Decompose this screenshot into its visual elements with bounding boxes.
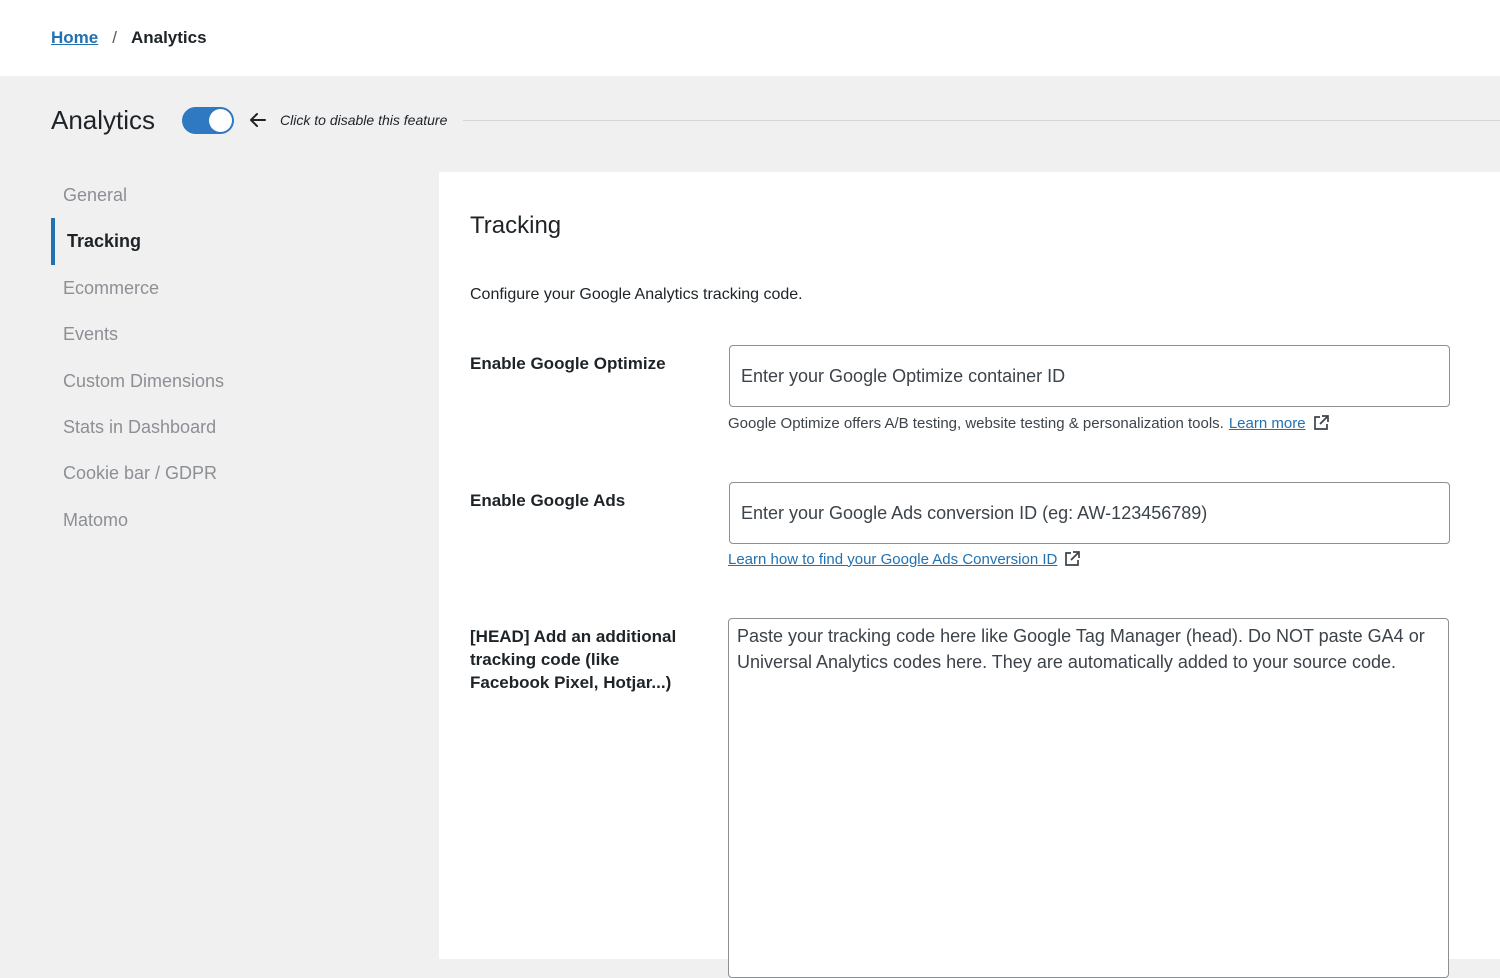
- breadcrumb-home-link[interactable]: Home: [51, 28, 98, 48]
- sidebar-item-tracking[interactable]: Tracking: [51, 218, 411, 265]
- page-header: Analytics Click to disable this feature: [51, 100, 1500, 140]
- head-tracking-code-textarea[interactable]: [728, 618, 1449, 978]
- breadcrumb-separator: /: [112, 28, 117, 47]
- tracking-panel: Tracking Configure your Google Analytics…: [439, 172, 1500, 978]
- sidebar-item-stats-in-dashboard[interactable]: Stats in Dashboard: [51, 404, 411, 450]
- sidebar-item-general[interactable]: General: [51, 172, 411, 218]
- external-link-icon[interactable]: [1312, 414, 1330, 432]
- optimize-help: Google Optimize offers A/B testing, webs…: [728, 414, 1330, 432]
- ads-help: Learn how to find your Google Ads Conver…: [728, 550, 1081, 568]
- section-description: Configure your Google Analytics tracking…: [470, 286, 803, 303]
- sidebar-item-ecommerce[interactable]: Ecommerce: [51, 265, 411, 311]
- header-divider: [463, 119, 1500, 121]
- optimize-label: Enable Google Optimize: [470, 354, 666, 373]
- external-link-icon[interactable]: [1063, 550, 1081, 568]
- arrow-left-icon: [250, 113, 267, 127]
- sidebar-item-matomo[interactable]: Matomo: [51, 497, 411, 543]
- page-title: Analytics: [51, 104, 156, 135]
- optimize-help-text: Google Optimize offers A/B testing, webs…: [728, 414, 1224, 432]
- optimize-container-id-input[interactable]: [729, 345, 1450, 407]
- head-code-label: [HEAD] Add an additional tracking code (…: [470, 627, 677, 692]
- ads-conversion-id-input[interactable]: [729, 482, 1450, 544]
- toggle-hint: Click to disable this feature: [280, 112, 448, 128]
- ads-label: Enable Google Ads: [470, 491, 626, 510]
- optimize-learn-more-link[interactable]: Learn more: [1229, 415, 1306, 432]
- sidebar-item-events[interactable]: Events: [51, 311, 411, 357]
- settings-sidebar: General Tracking Ecommerce Events Custom…: [51, 172, 411, 543]
- sidebar-item-cookie-bar[interactable]: Cookie bar / GDPR: [51, 450, 411, 496]
- breadcrumb: Home / Analytics: [0, 0, 1500, 76]
- breadcrumb-current: Analytics: [130, 28, 207, 47]
- ads-conversion-id-help-link[interactable]: Learn how to find your Google Ads Conver…: [728, 551, 1057, 568]
- feature-toggle[interactable]: [182, 106, 235, 134]
- section-title: Tracking: [470, 212, 562, 239]
- sidebar-item-custom-dimensions[interactable]: Custom Dimensions: [51, 358, 411, 404]
- toggle-knob: [209, 108, 233, 132]
